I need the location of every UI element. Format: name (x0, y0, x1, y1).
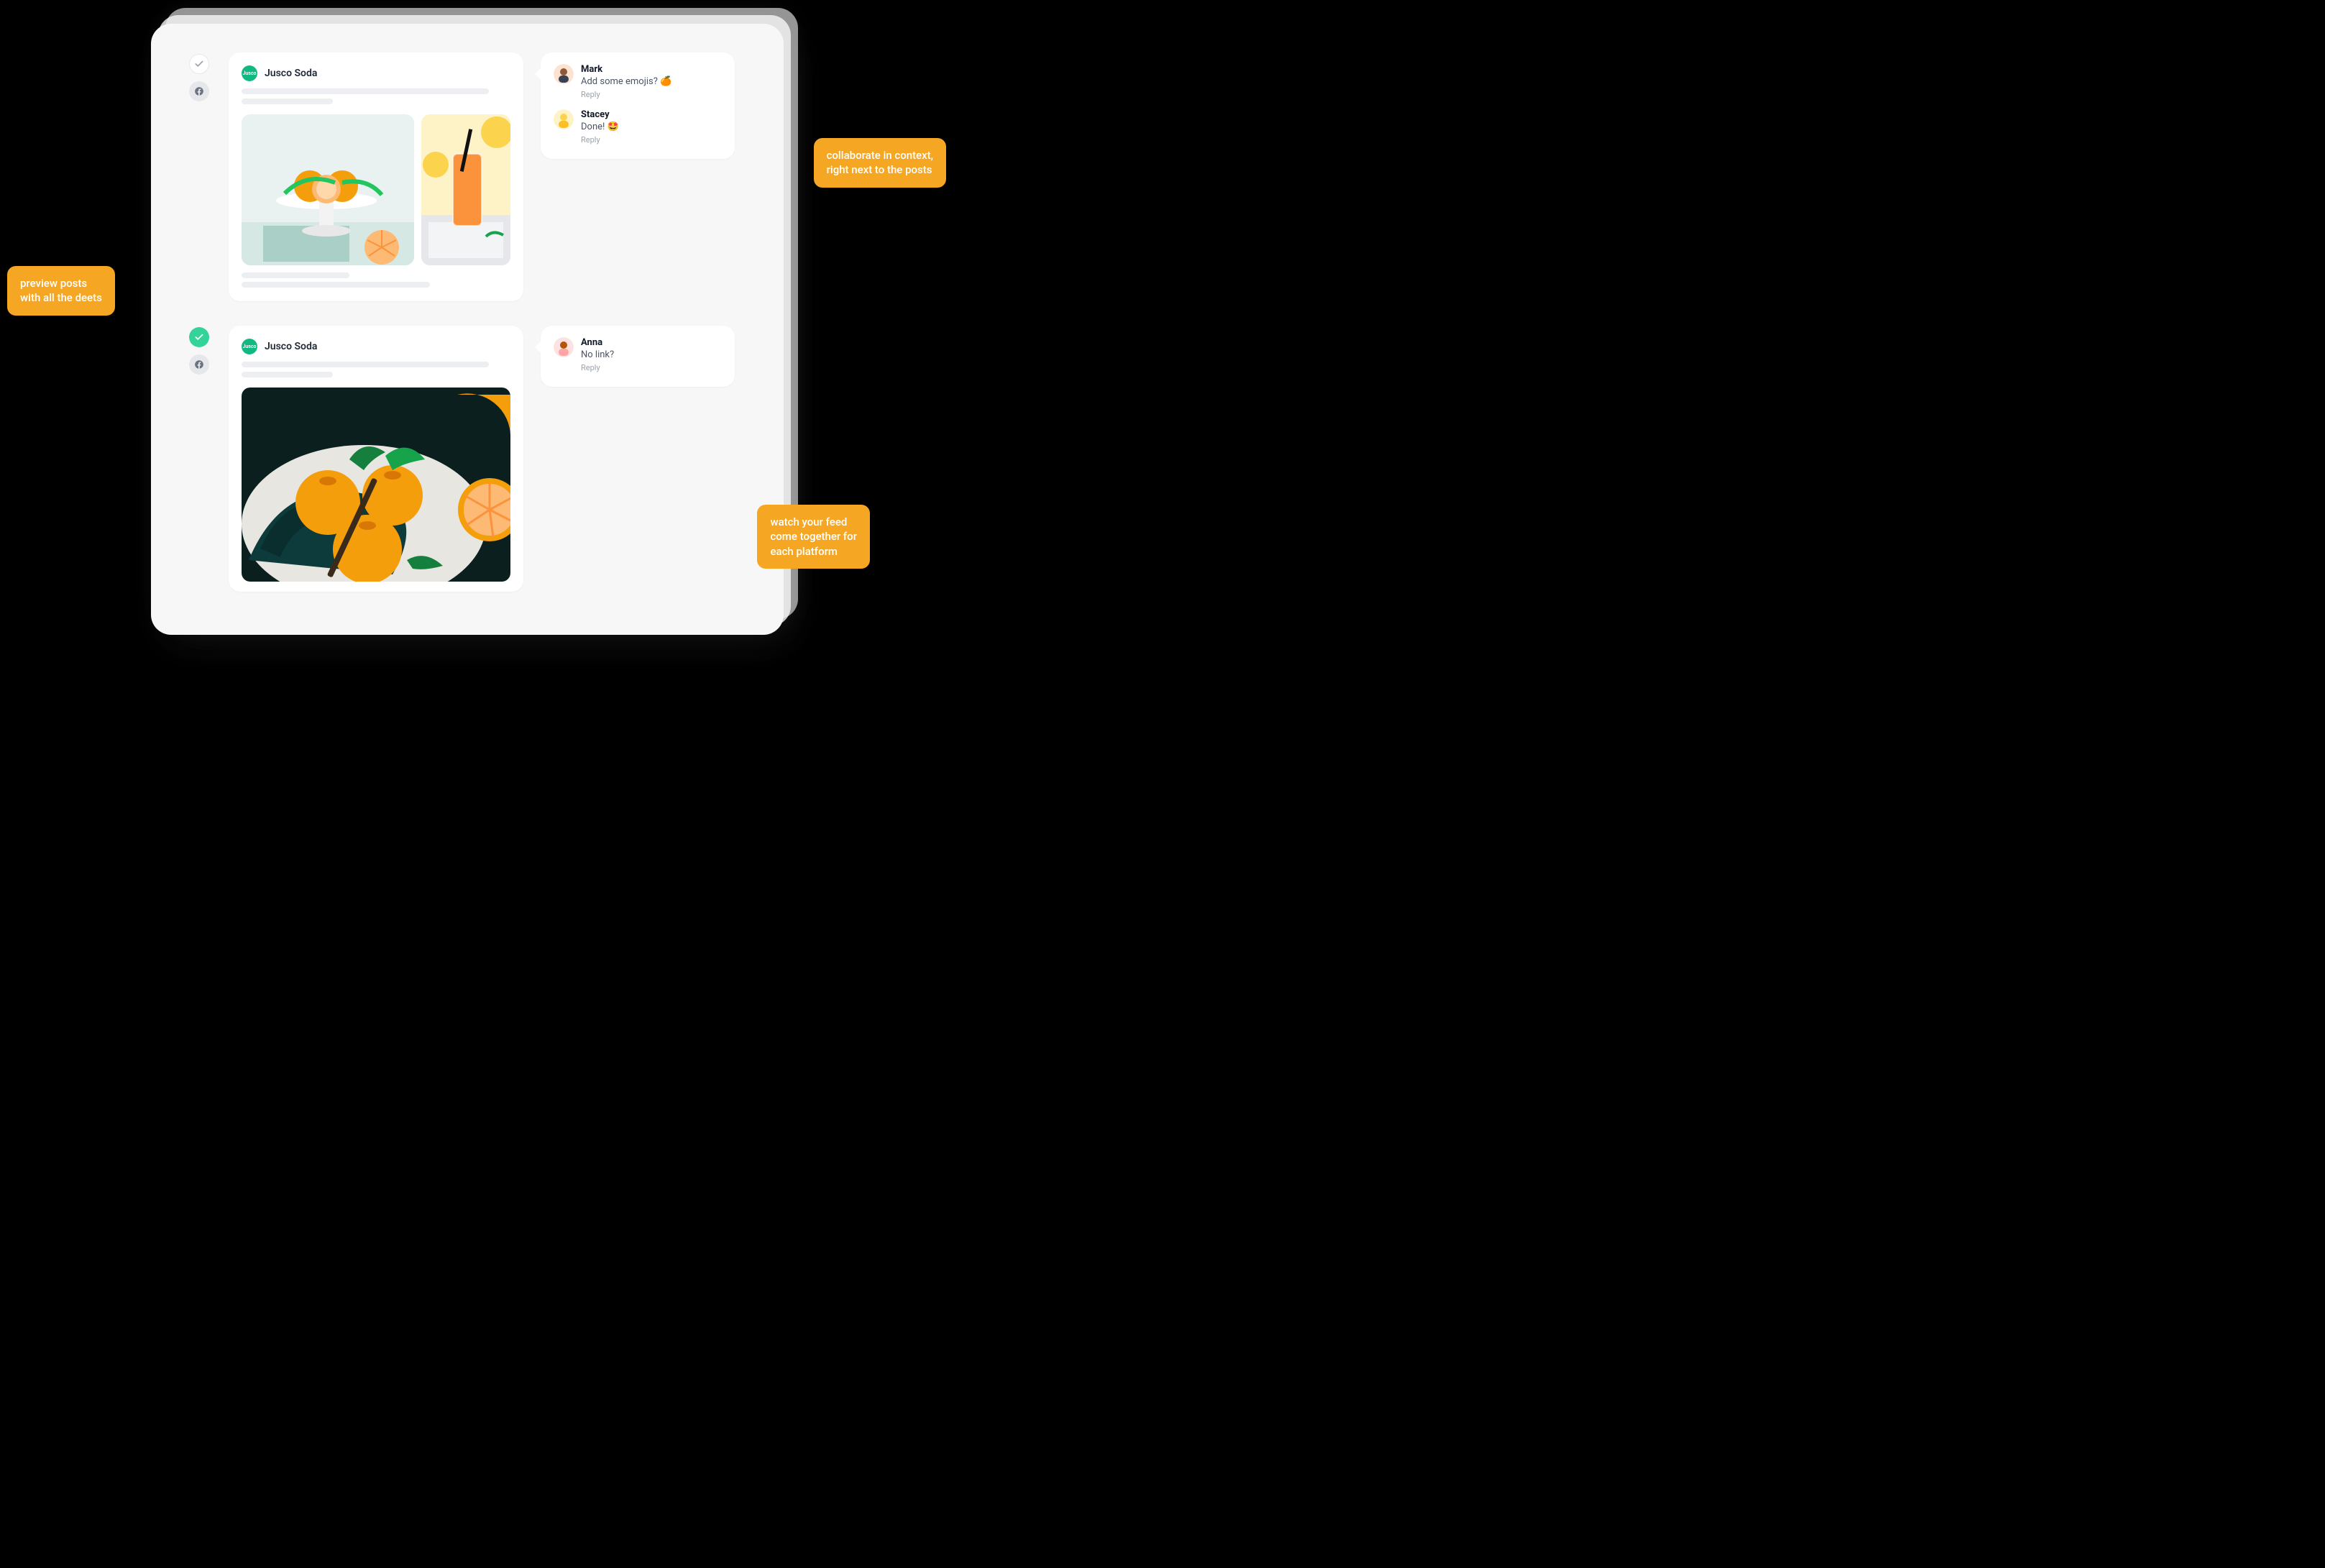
text-placeholder (242, 272, 349, 278)
facebook-icon (194, 86, 204, 96)
comment: Anna No link? Reply (554, 337, 722, 372)
comment-thread: Anna No link? Reply (541, 326, 735, 387)
callout-collaborate: collaborate in context,right next to the… (814, 138, 946, 188)
text-placeholder (242, 98, 333, 104)
callout-preview: preview postswith all the deets (7, 266, 115, 316)
avatar (554, 337, 574, 357)
comment-author: Anna (581, 337, 722, 348)
text-placeholder (242, 88, 489, 94)
avatar (554, 109, 574, 129)
facebook-badge[interactable] (189, 354, 209, 375)
post-preview[interactable]: Jusco Jusco Soda (229, 326, 523, 592)
feed-panel: Jusco Jusco Soda (151, 24, 784, 635)
approve-badge[interactable] (189, 54, 209, 74)
text-placeholder (242, 282, 430, 288)
callout-feed: watch your feedcome together foreach pla… (757, 505, 870, 569)
brand-name: Jusco Soda (265, 341, 317, 352)
brand-name: Jusco Soda (265, 68, 317, 79)
comment-author: Stacey (581, 109, 722, 120)
comment-text: Add some emojis? 🍊 (581, 76, 722, 87)
post-preview[interactable]: Jusco Jusco Soda (229, 52, 523, 301)
feed-row: Jusco Jusco Soda (187, 326, 748, 592)
text-placeholder (242, 362, 489, 367)
comment-author: Mark (581, 64, 722, 75)
post-image (242, 114, 414, 265)
post-image (242, 388, 510, 582)
facebook-icon (194, 359, 204, 370)
comment-thread: Mark Add some emojis? 🍊 Reply Stacey Don… (541, 52, 735, 159)
reply-link[interactable]: Reply (581, 135, 722, 145)
comment-text: No link? (581, 349, 722, 360)
avatar (554, 64, 574, 84)
status-column (187, 326, 211, 375)
reply-link[interactable]: Reply (581, 363, 722, 372)
comment: Stacey Done! 🤩 Reply (554, 109, 722, 145)
feed-row: Jusco Jusco Soda (187, 52, 748, 301)
reply-link[interactable]: Reply (581, 90, 722, 99)
check-icon (194, 59, 204, 69)
check-icon (194, 332, 204, 342)
status-column (187, 52, 211, 101)
approve-badge[interactable] (189, 327, 209, 347)
post-image (421, 114, 510, 265)
facebook-badge[interactable] (189, 81, 209, 101)
comment-text: Done! 🤩 (581, 122, 722, 132)
brand-avatar: Jusco (242, 339, 257, 354)
comment: Mark Add some emojis? 🍊 Reply (554, 64, 722, 99)
text-placeholder (242, 372, 333, 377)
brand-avatar: Jusco (242, 65, 257, 81)
